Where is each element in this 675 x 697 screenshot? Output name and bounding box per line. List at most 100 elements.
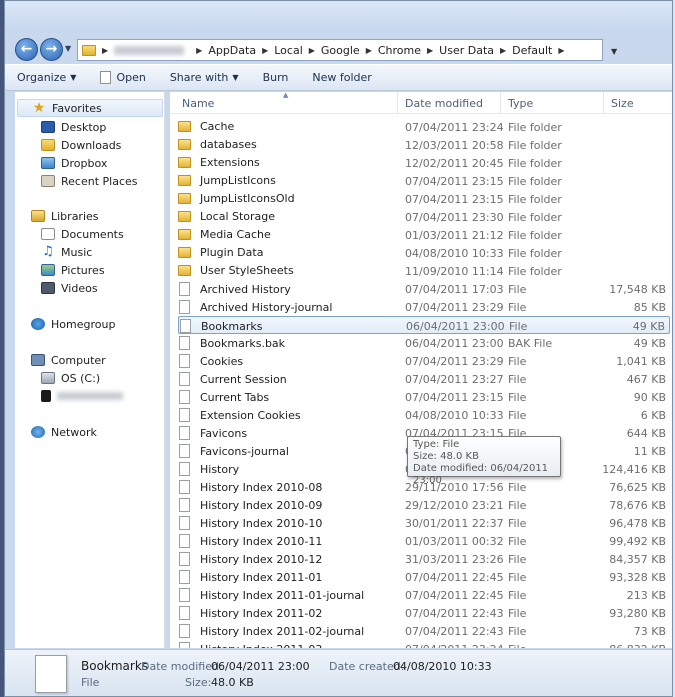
address-bar[interactable]: ▶ ▶ AppData ▶ Local ▶ Google ▶ Chrome ▶ User … xyxy=(77,39,603,61)
nav-computer[interactable]: Computer xyxy=(31,351,106,369)
title-bar[interactable] xyxy=(5,1,672,33)
breadcrumb-google[interactable]: ▶ Google xyxy=(303,44,360,57)
nav-favorites[interactable]: ★ Favorites xyxy=(17,99,163,117)
nav-pictures[interactable]: Pictures xyxy=(41,261,105,279)
file-size: 86,832 KB xyxy=(609,643,666,648)
column-size[interactable]: Size xyxy=(611,97,634,110)
file-name: Extensions xyxy=(200,156,260,169)
file-icon xyxy=(179,390,190,404)
nav-music[interactable]: ♫ Music xyxy=(41,243,92,261)
file-row[interactable]: Cache 07/04/2011 23:24 File folder xyxy=(178,118,670,136)
nav-videos[interactable]: Videos xyxy=(41,279,98,297)
file-name-cell: History Index 2010-09 xyxy=(178,498,322,512)
nav-recent-places[interactable]: Recent Places xyxy=(41,172,138,190)
share-with-button[interactable]: Share with ▼ xyxy=(170,71,239,84)
file-name-cell: History Index 2010-11 xyxy=(178,534,322,548)
breadcrumb-chrome[interactable]: ▶ Chrome xyxy=(360,44,421,57)
column-divider[interactable] xyxy=(397,92,398,114)
file-row[interactable]: History Index 2010-10 30/01/2011 22:37 Fil… xyxy=(178,514,670,532)
file-large-icon xyxy=(35,655,67,693)
file-row[interactable]: History Index 2011-02-journal 07/04/2011 … xyxy=(178,622,670,640)
file-icon xyxy=(179,624,190,638)
file-row[interactable]: Current Session 07/04/2011 23:27 File 467 K… xyxy=(178,370,670,388)
nav-homegroup[interactable]: Homegroup xyxy=(31,315,115,333)
file-row[interactable]: History Index 2010-12 31/03/2011 23:26 Fil… xyxy=(178,550,670,568)
file-icon xyxy=(179,516,190,530)
file-name-cell: Current Session xyxy=(178,372,287,386)
column-name[interactable]: Name xyxy=(182,97,214,110)
nav-downloads[interactable]: Downloads xyxy=(41,136,121,154)
breadcrumb-appdata[interactable]: ▶ AppData xyxy=(190,44,256,57)
file-row[interactable]: Bookmarks 06/04/2011 23:00 File 49 KB xyxy=(178,316,670,334)
nav-desktop[interactable]: Desktop xyxy=(41,118,106,136)
pictures-icon xyxy=(41,264,55,276)
file-row[interactable]: Archived History 07/04/2011 17:03 File 17,5… xyxy=(178,280,670,298)
file-date: 04/08/2010 10:33 xyxy=(405,409,504,422)
column-divider[interactable] xyxy=(500,92,501,114)
back-arrow-icon: ← xyxy=(20,41,33,57)
file-type: File folder xyxy=(508,139,562,152)
recent-pages-chevron-icon[interactable]: ▼ xyxy=(65,44,71,53)
breadcrumb-user-data[interactable]: ▶ User Data xyxy=(421,44,494,57)
breadcrumb-local[interactable]: ▶ Local xyxy=(256,44,303,57)
file-row[interactable]: Plugin Data 04/08/2010 10:33 File folder xyxy=(178,244,670,262)
file-type: BAK File xyxy=(508,337,553,350)
videos-icon xyxy=(41,282,55,294)
file-row[interactable]: Current Tabs 07/04/2011 23:15 File 90 KB xyxy=(178,388,670,406)
file-size: 213 KB xyxy=(626,589,666,602)
file-row[interactable]: JumpListIcons 07/04/2011 23:15 File folder xyxy=(178,172,670,190)
column-date-modified[interactable]: Date modified xyxy=(405,97,483,110)
file-type: File folder xyxy=(508,193,562,206)
file-name-cell: Bookmarks xyxy=(179,319,262,333)
nav-redacted-drive[interactable] xyxy=(41,387,123,405)
file-row[interactable]: History Index 2010-11 01/03/2011 00:32 Fil… xyxy=(178,532,670,550)
file-row[interactable]: Bookmarks.bak 06/04/2011 23:00 BAK File 49 … xyxy=(178,334,670,352)
column-type[interactable]: Type xyxy=(508,97,533,110)
file-icon xyxy=(179,552,190,566)
new-folder-button[interactable]: New folder xyxy=(312,71,371,84)
burn-button[interactable]: Burn xyxy=(263,71,289,84)
back-button[interactable]: ← xyxy=(15,38,38,61)
file-name-cell: History Index 2011-01-journal xyxy=(178,588,364,602)
file-icon xyxy=(179,408,190,422)
file-row[interactable]: JumpListIconsOld 07/04/2011 23:15 File fol… xyxy=(178,190,670,208)
file-row[interactable]: History Index 2011-02 07/04/2011 22:43 Fil… xyxy=(178,604,670,622)
file-row[interactable]: Media Cache 01/03/2011 21:12 File folder xyxy=(178,226,670,244)
file-row[interactable]: Extension Cookies 04/08/2010 10:33 File 6 K… xyxy=(178,406,670,424)
nav-network[interactable]: Network xyxy=(31,423,97,441)
network-icon xyxy=(31,426,45,438)
tooltip-modified: Date modified: 06/04/2011 23:00 xyxy=(413,463,549,486)
file-row[interactable]: Archived History-journal 07/04/2011 23:29… xyxy=(178,298,670,316)
forward-button[interactable]: → xyxy=(40,38,63,61)
file-row[interactable]: Local Storage 07/04/2011 23:30 File folder xyxy=(178,208,670,226)
documents-icon xyxy=(41,228,55,240)
libraries-icon xyxy=(31,210,45,222)
details-pane: Bookmarks Date modified: 06/04/2011 23:0… xyxy=(5,649,672,696)
file-name: Current Session xyxy=(200,372,287,386)
file-row[interactable]: Cookies 07/04/2011 23:29 File 1,041 KB xyxy=(178,352,670,370)
address-dropdown-chevron-icon[interactable]: ▼ xyxy=(611,47,617,56)
file-row[interactable]: History Index 2011-03 07/04/2011 23:24 Fil… xyxy=(178,640,670,648)
column-divider[interactable] xyxy=(603,92,604,114)
file-row[interactable]: History Index 2010-09 29/12/2010 23:21 Fil… xyxy=(178,496,670,514)
chevron-down-icon: ▼ xyxy=(232,73,239,82)
file-name: Favicons-journal xyxy=(200,444,289,458)
file-row[interactable]: Extensions 12/02/2011 20:45 File folder xyxy=(178,154,670,172)
file-row[interactable]: History Index 2011-01 07/04/2011 22:45 Fil… xyxy=(178,568,670,586)
file-name: History Index 2011-01-journal xyxy=(200,588,365,602)
file-row[interactable]: databases 12/03/2011 20:58 File folder xyxy=(178,136,670,154)
command-bar: Organize ▼ Open Share with ▼ Burn New fold… xyxy=(5,64,672,91)
file-name-cell: Local Storage xyxy=(178,210,275,223)
file-row[interactable]: History Index 2011-01-journal 07/04/2011 … xyxy=(178,586,670,604)
nav-os-drive[interactable]: OS (C:) xyxy=(41,369,100,387)
file-name: Media Cache xyxy=(200,228,271,241)
nav-documents[interactable]: Documents xyxy=(41,225,124,243)
organize-button[interactable]: Organize ▼ xyxy=(17,71,76,84)
file-row[interactable]: User StyleSheets 11/09/2010 11:14 File fol… xyxy=(178,262,670,280)
details-size-value: 48.0 KB xyxy=(211,676,254,689)
open-button[interactable]: Open xyxy=(100,71,146,84)
nav-libraries[interactable]: Libraries xyxy=(31,207,99,225)
nav-dropbox[interactable]: Dropbox xyxy=(41,154,107,172)
file-type: File folder xyxy=(508,247,562,260)
breadcrumb-default[interactable]: ▶ Default ▶ xyxy=(494,44,571,57)
